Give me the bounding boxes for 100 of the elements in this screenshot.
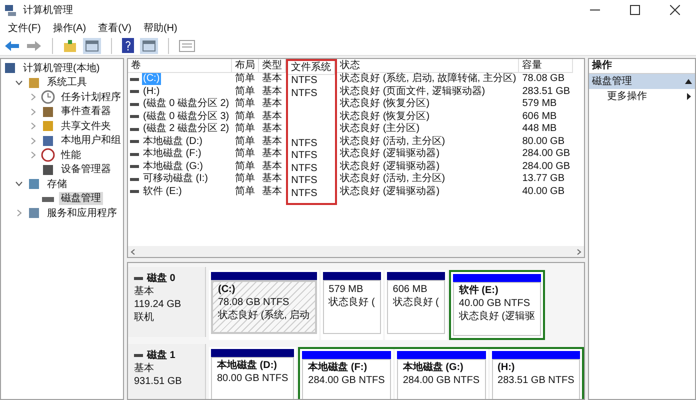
partition-size: 284.00 GB NTFS [308,374,385,387]
table-cell: (C:) [142,73,161,86]
table-cell: NTFS [290,138,318,150]
chevron-right-icon[interactable] [29,122,37,130]
collapse-caret-icon[interactable] [685,79,692,84]
partition-box[interactable]: (C:) 78.08 GB NTFS 状态良好 (系统, 启动 [211,280,317,334]
table-cell-text: 基本 [261,86,284,98]
column-header[interactable]: 布局 [232,59,260,73]
column-header[interactable]: 文件系统 [288,61,336,75]
table-cell: NTFS [290,188,318,200]
table-cell: 基本 [261,123,284,136]
partition-box[interactable]: 软件 (E:) 40.00 GB NTFS 状态良好 (逻辑驱 [452,282,541,336]
partition-box[interactable]: 本地磁盘 (D:) 80.00 GB NTFS [211,357,294,399]
back-arrow-icon[interactable] [4,40,20,52]
pane-icon[interactable] [83,38,101,54]
table-cell: (H:) [142,86,161,98]
chevron-right-icon[interactable] [29,151,37,160]
tree-item[interactable]: 性能 [59,148,83,162]
tree-item[interactable]: 共享文件夹 [59,120,113,133]
chevron-down-icon[interactable] [15,78,23,87]
table-cell-text: 基本 [261,160,284,172]
menu-item[interactable]: 文件(F) [8,20,41,36]
partition-status: 状态良好 ( [328,296,375,309]
table-cell: 579 MB [521,98,558,110]
partition-box[interactable]: (H:) 283.51 GB NTFS [492,359,580,399]
table-cell-text: 简单 [234,160,256,172]
table-cell: 283.51 GB [521,86,572,98]
table-cell: 可移动磁盘 (I:) [142,173,209,186]
table-cell: 简单 [234,73,256,86]
column-header[interactable]: 容量 [519,59,574,73]
tree-item[interactable]: 本地用户和组 [59,134,123,148]
chevron-right-icon[interactable] [29,136,37,145]
tree-item[interactable]: 计算机管理(本地) [21,62,102,75]
table-cell: 状态良好 (逻辑驱动器) [339,186,441,198]
partition-size: 80.00 GB NTFS [217,372,288,385]
help-icon[interactable] [122,38,134,53]
table-cell: 606 MB [521,110,558,123]
partition-status: 状态良好 ( [392,296,439,309]
partition-size: 284.00 GB NTFS [402,374,480,387]
tree-item[interactable]: 任务计划程序 [59,90,123,104]
maximize-icon[interactable] [630,5,640,15]
tree-item[interactable]: 服务和应用程序 [45,206,119,220]
table-cell: 284.00 GB [521,148,572,160]
disk-size: 119.24 GB [134,298,182,311]
partition-box[interactable]: 本地磁盘 (F:) 284.00 GB NTFS [302,359,391,399]
tree-item[interactable]: 系统工具 [45,76,89,90]
actions-section-header[interactable]: 磁盘管理 [589,74,695,89]
table-cell: 软件 (E:) [142,186,183,198]
partition-size: 606 MB [392,283,428,296]
partition-size: 283.51 GB NTFS [498,374,574,387]
table-cell-text: 状态良好 (逻辑驱动器) [339,160,441,172]
partition-box[interactable]: 606 MB 状态良好 ( [386,280,445,334]
table-cell: 状态良好 (活动, 主分区) [339,173,446,186]
tree-item[interactable]: 事件查看器 [59,105,113,118]
partition-box[interactable]: 本地磁盘 (G:) 284.00 GB NTFS [396,359,486,399]
table-cell: NTFS [290,88,318,100]
chevron-right-icon[interactable] [15,209,23,218]
disk-name: 磁盘 1 [147,349,176,362]
chevron-right-icon[interactable] [29,93,37,102]
table-cell: 简单 [234,98,256,110]
partition-header-bar [386,272,445,280]
table-cell: 简单 [234,186,256,198]
tree-item[interactable]: 磁盘管理 [59,192,103,206]
tree-item[interactable]: 设备管理器 [59,163,113,176]
partition-box[interactable]: 579 MB 状态良好 ( [322,280,381,334]
chevron-down-icon[interactable] [15,180,23,188]
partition-header-bar [322,272,381,280]
horizontal-scrollbar[interactable] [128,246,584,257]
partition-name: 软件 (E:) [458,285,500,297]
scroll-left-icon[interactable] [130,248,136,254]
action-link[interactable]: 更多操作 [607,89,647,104]
tree-item[interactable]: 存储 [45,178,69,191]
table-cell-text: 本地磁盘 (D:) [142,136,204,148]
menu-item[interactable]: 查看(V) [98,20,132,36]
menu-item[interactable]: 帮助(H) [143,20,178,36]
window-title: 计算机管理 [23,4,74,18]
table-cell: 基本 [261,148,284,160]
table-cell: 基本 [261,73,284,86]
clock-icon [41,90,55,104]
column-header[interactable]: 类型 [259,59,286,73]
close-icon[interactable] [670,5,680,15]
chevron-right-icon[interactable] [29,108,37,116]
table-cell: 40.00 GB [521,186,566,198]
pane-icon[interactable] [140,38,158,54]
menu-item[interactable]: 操作(A) [52,20,86,36]
table-cell: (磁盘 0 磁盘分区 2) [142,98,230,110]
column-header[interactable]: 状态 [337,59,520,73]
table-cell: 状态良好 (逻辑驱动器) [339,148,441,160]
table-cell-text: 状态良好 (恢复分区) [339,110,431,122]
partition-size: 40.00 GB NTFS [458,297,532,310]
disk-name: 磁盘 0 [147,272,176,285]
table-cell-text: 基本 [261,136,284,148]
app-icon [4,4,17,16]
table-cell: 本地磁盘 (G:) [142,160,204,173]
scroll-right-icon[interactable] [576,248,582,254]
table-cell: 简单 [234,123,256,136]
table-cell-text: 状态良好 (页面文件, 逻辑驱动器) [339,86,486,98]
table-cell: 78.08 GB [521,73,566,86]
table-cell-text: 简单 [234,86,256,98]
table-cell: 448 MB [521,123,558,136]
